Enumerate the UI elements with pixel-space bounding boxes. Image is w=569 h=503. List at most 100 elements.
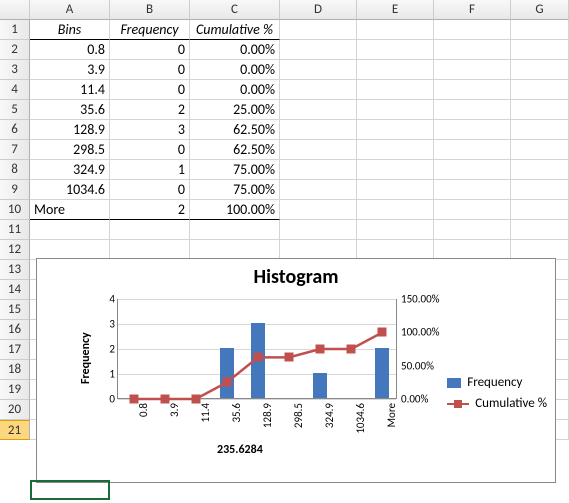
cell[interactable]: [280, 100, 357, 120]
cell[interactable]: 0: [110, 80, 190, 100]
row-header[interactable]: 4: [0, 80, 30, 100]
cell[interactable]: [110, 220, 190, 240]
cell[interactable]: 75.00%: [190, 160, 280, 180]
cell[interactable]: [357, 80, 434, 100]
cell[interactable]: 0: [110, 40, 190, 60]
cell[interactable]: [357, 180, 434, 200]
cell[interactable]: [511, 180, 569, 200]
cell[interactable]: [511, 60, 569, 80]
cell[interactable]: 0: [110, 140, 190, 160]
cell[interactable]: [280, 200, 357, 220]
corner-cell[interactable]: [0, 0, 30, 20]
row-header[interactable]: 10: [0, 200, 30, 220]
cell[interactable]: [280, 40, 357, 60]
cell[interactable]: [434, 200, 511, 220]
row-header[interactable]: 21: [0, 420, 30, 440]
row-header[interactable]: 20: [0, 400, 30, 420]
cell[interactable]: [511, 100, 569, 120]
cell[interactable]: [511, 20, 569, 40]
cell[interactable]: 128.9: [30, 120, 110, 140]
cell[interactable]: [511, 140, 569, 160]
cell[interactable]: 100.00%: [190, 200, 280, 220]
cell[interactable]: 1034.6: [30, 180, 110, 200]
cell[interactable]: 62.50%: [190, 120, 280, 140]
histogram-chart[interactable]: Histogram Frequency 235.6284 012340.00%5…: [36, 258, 556, 483]
cell[interactable]: [511, 80, 569, 100]
cell[interactable]: [357, 220, 434, 240]
cell[interactable]: [357, 200, 434, 220]
cell[interactable]: [357, 160, 434, 180]
cell[interactable]: [357, 240, 434, 260]
row-header[interactable]: 17: [0, 340, 30, 360]
row-header[interactable]: 9: [0, 180, 30, 200]
cell[interactable]: [434, 240, 511, 260]
column-header[interactable]: C: [190, 0, 280, 20]
cell[interactable]: [434, 40, 511, 60]
column-header[interactable]: D: [280, 0, 357, 20]
row-header[interactable]: 8: [0, 160, 30, 180]
cell[interactable]: [434, 220, 511, 240]
cell[interactable]: Frequency: [110, 20, 190, 40]
row-header[interactable]: 14: [0, 280, 30, 300]
cell[interactable]: [511, 40, 569, 60]
cell[interactable]: 2: [110, 100, 190, 120]
cell[interactable]: [357, 40, 434, 60]
cell[interactable]: [511, 200, 569, 220]
cell[interactable]: Cumulative %: [190, 20, 280, 40]
cell[interactable]: 11.4: [30, 80, 110, 100]
cell[interactable]: 3: [110, 120, 190, 140]
cell[interactable]: [434, 140, 511, 160]
column-header[interactable]: A: [30, 0, 110, 20]
cell[interactable]: 0.00%: [190, 80, 280, 100]
row-header[interactable]: 18: [0, 360, 30, 380]
cell[interactable]: 0: [110, 60, 190, 80]
cell[interactable]: 0: [110, 180, 190, 200]
cell[interactable]: 298.5: [30, 140, 110, 160]
cell[interactable]: [280, 140, 357, 160]
cell[interactable]: [357, 60, 434, 80]
cell[interactable]: [357, 100, 434, 120]
cell[interactable]: [190, 220, 280, 240]
cell[interactable]: 75.00%: [190, 180, 280, 200]
cell[interactable]: 3.9: [30, 60, 110, 80]
cell[interactable]: [280, 120, 357, 140]
row-header[interactable]: 15: [0, 300, 30, 320]
row-header[interactable]: 16: [0, 320, 30, 340]
cell[interactable]: [357, 20, 434, 40]
cell[interactable]: [511, 120, 569, 140]
cell[interactable]: [511, 220, 569, 240]
column-header[interactable]: B: [110, 0, 190, 20]
cell[interactable]: 35.6: [30, 100, 110, 120]
cell[interactable]: 1: [110, 160, 190, 180]
cell[interactable]: Bins: [30, 20, 110, 40]
cell[interactable]: [434, 20, 511, 40]
cell[interactable]: [280, 180, 357, 200]
column-header[interactable]: F: [434, 0, 511, 20]
row-header[interactable]: 11: [0, 220, 30, 240]
cell[interactable]: [434, 160, 511, 180]
cell[interactable]: [30, 240, 110, 260]
cell[interactable]: 62.50%: [190, 140, 280, 160]
column-header[interactable]: E: [357, 0, 434, 20]
row-header[interactable]: 13: [0, 260, 30, 280]
cell[interactable]: [434, 100, 511, 120]
column-header[interactable]: G: [511, 0, 569, 20]
cell[interactable]: [357, 120, 434, 140]
row-header[interactable]: 1: [0, 20, 30, 40]
cell[interactable]: 0.00%: [190, 40, 280, 60]
cell[interactable]: [190, 240, 280, 260]
cell[interactable]: [511, 240, 569, 260]
row-header[interactable]: 7: [0, 140, 30, 160]
cell[interactable]: [30, 220, 110, 240]
row-header[interactable]: 2: [0, 40, 30, 60]
cell[interactable]: 25.00%: [190, 100, 280, 120]
row-header[interactable]: 6: [0, 120, 30, 140]
cell[interactable]: More: [30, 200, 110, 220]
cell[interactable]: [280, 160, 357, 180]
row-header[interactable]: 3: [0, 60, 30, 80]
cell[interactable]: 0.00%: [190, 60, 280, 80]
cell[interactable]: [434, 180, 511, 200]
cell[interactable]: [434, 60, 511, 80]
row-header[interactable]: 19: [0, 380, 30, 400]
row-header[interactable]: 12: [0, 240, 30, 260]
